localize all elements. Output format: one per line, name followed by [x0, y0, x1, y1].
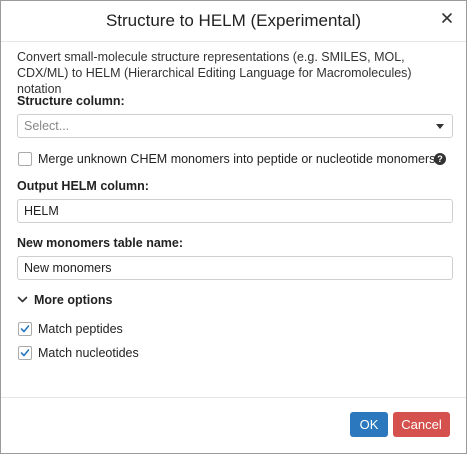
match-peptides-checkbox[interactable]	[18, 322, 32, 336]
chevron-down-icon	[17, 293, 28, 307]
new-monomers-input[interactable]	[17, 256, 453, 280]
dialog: Structure to HELM (Experimental) Convert…	[0, 0, 467, 454]
dialog-title: Structure to HELM (Experimental)	[105, 11, 362, 30]
structure-column-placeholder: Select...	[24, 119, 70, 133]
structure-column-label: Structure column:	[17, 94, 125, 108]
merge-chem-label: Merge unknown CHEM monomers into peptide…	[38, 152, 436, 166]
cancel-button[interactable]: Cancel	[393, 412, 450, 437]
output-helm-label: Output HELM column:	[17, 179, 149, 193]
more-options-label: More options	[34, 293, 113, 307]
ok-button[interactable]: OK	[350, 412, 388, 437]
caret-down-icon	[436, 124, 444, 129]
match-peptides-label: Match peptides	[38, 322, 123, 336]
dialog-description: Convert small-molecule structure represe…	[17, 50, 412, 96]
close-icon	[441, 11, 453, 29]
more-options-toggle[interactable]: More options	[17, 293, 112, 307]
check-icon	[20, 349, 30, 357]
help-icon[interactable]: ?	[434, 153, 446, 165]
dialog-footer: OK Cancel	[1, 397, 466, 454]
dialog-titlebar: Structure to HELM (Experimental)	[1, 1, 466, 42]
output-helm-input[interactable]	[17, 199, 453, 223]
new-monomers-label: New monomers table name:	[17, 236, 184, 250]
close-button[interactable]	[436, 9, 458, 31]
dialog-body: Convert small-molecule structure represe…	[17, 49, 455, 97]
match-nucleotides-checkbox[interactable]	[18, 346, 32, 360]
check-icon	[20, 325, 30, 333]
merge-chem-checkbox[interactable]	[18, 152, 32, 166]
match-nucleotides-label: Match nucleotides	[38, 346, 139, 360]
structure-column-select[interactable]: Select...	[17, 114, 453, 138]
